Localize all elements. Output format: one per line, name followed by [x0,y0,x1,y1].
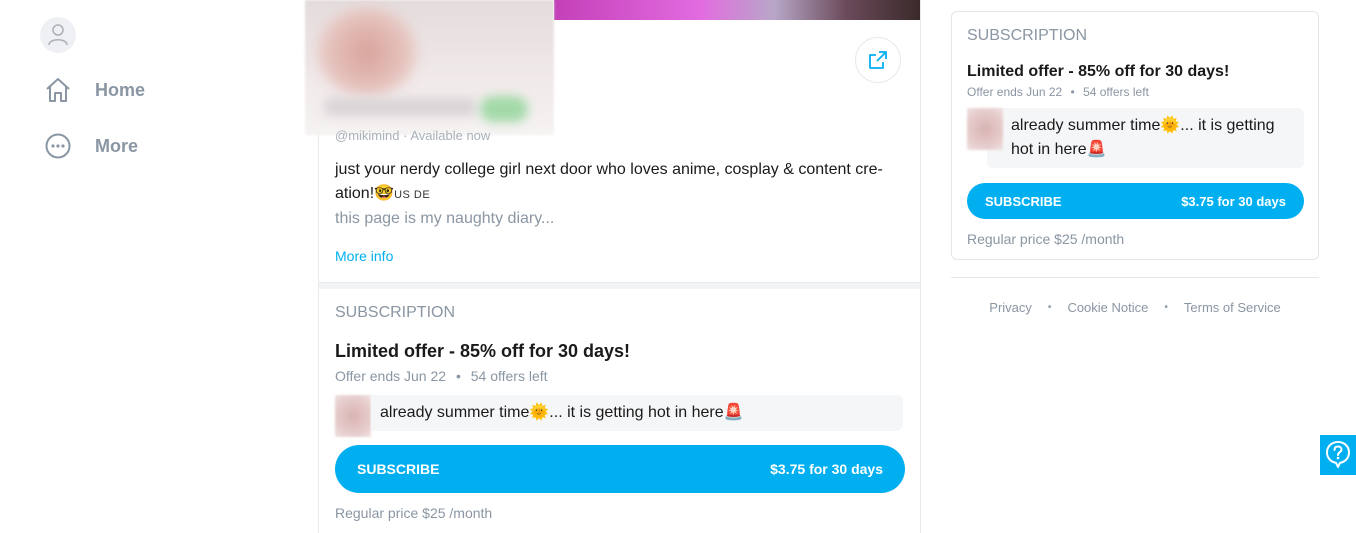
section-title: SUBSCRIPTION [335,304,456,321]
cover-image [554,0,920,20]
sidebar-subscription-card: SUBSCRIPTION Limited offer - 85% off for… [951,11,1319,260]
help-button[interactable] [1320,435,1356,475]
offers-left: 54 offers left [470,368,548,384]
regular-price: Regular price $25 /month [967,231,1125,247]
terms-link[interactable]: Terms of Service [1184,300,1281,315]
subscribe-label: SUBSCRIBE [985,193,1062,209]
section-divider [319,282,920,289]
promo-message-text: already summer time🌞... it is getting ho… [371,395,903,431]
bio-flags: US DE [394,189,431,201]
verified-badge [480,96,528,122]
avatar [967,108,1003,150]
cookie-notice-link[interactable]: Cookie Notice [1067,300,1148,315]
more-circle-icon [44,132,72,160]
bio-line: just your nerdy college girl next door w… [335,161,883,178]
promo-message-text: already summer time🌞... it is getting ho… [987,108,1304,168]
more-info-link[interactable]: More info [335,248,393,264]
offer-ends: Offer ends Jun 22 [335,368,447,384]
footer-links: Privacy • Cookie Notice • Terms of Servi… [989,300,1281,315]
section-title: SUBSCRIPTION [967,27,1088,44]
profile-column: @mikimind · Available now just your nerd… [305,0,921,533]
promo-message: already summer time🌞... it is getting ho… [967,108,1304,168]
share-button[interactable] [855,37,901,83]
home-icon [44,76,72,104]
profile-name [325,98,475,116]
user-icon [48,24,68,46]
subscription-section: SUBSCRIPTION Limited offer - 85% off for… [335,304,905,521]
profile-handle: @mikimind · Available now [335,128,491,143]
share-icon [869,51,887,69]
profile-avatar[interactable] [317,8,417,96]
avatar [335,395,371,437]
sidebar-nav: Home More [0,0,300,533]
nav-item-label: More [95,135,139,156]
bio-line: ation!🤓 [335,185,395,202]
offer-ends: Offer ends Jun 22 [967,85,1063,99]
bio-line: this page is my naughty diary... [335,210,555,227]
sidebar-divider [951,277,1319,278]
privacy-link[interactable]: Privacy [989,300,1032,315]
offer-meta: Offer ends Jun 22 • 54 offers left [967,85,1149,99]
nav-item-label: Home [95,79,146,100]
regular-price: Regular price $25 /month [335,505,493,521]
bio-fade-overflow: — — — — — — — — — — — — — — — — — [335,231,895,239]
user-avatar[interactable] [40,17,76,53]
offers-left: 54 offers left [1083,85,1149,99]
promo-message: already summer time🌞... it is getting ho… [335,395,905,437]
profile-bio: just your nerdy college girl next door w… [335,158,895,239]
offer-title: Limited offer - 85% off for 30 days! [967,63,1230,80]
profile-header-blurred [305,0,554,135]
nav-item-more[interactable]: More [44,130,138,162]
subscribe-button[interactable]: SUBSCRIBE $3.75 for 30 days [335,445,905,493]
offer-title: Limited offer - 85% off for 30 days! [335,341,631,361]
offer-meta: Offer ends Jun 22 • 54 offers left [335,368,548,384]
help-icon [1326,441,1350,468]
subscribe-price: $3.75 for 30 days [1181,193,1286,209]
nav-item-home[interactable]: Home [44,74,145,106]
subscribe-label: SUBSCRIBE [357,461,440,477]
subscribe-price: $3.75 for 30 days [770,461,883,477]
subscribe-button[interactable]: SUBSCRIBE $3.75 for 30 days [967,183,1304,219]
